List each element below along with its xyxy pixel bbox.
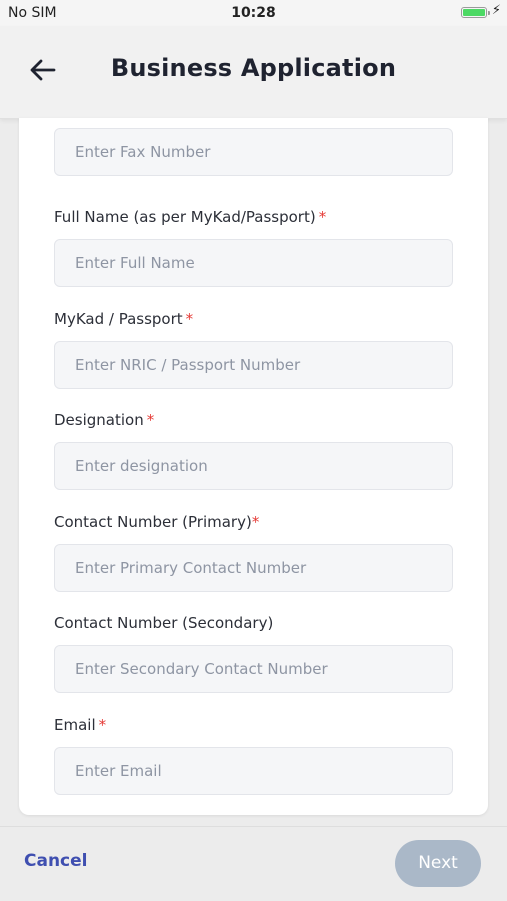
- required-marker: *: [185, 310, 194, 328]
- battery-icon: [461, 7, 490, 18]
- mykad-input[interactable]: [54, 341, 453, 389]
- required-marker: *: [98, 716, 107, 734]
- designation-input[interactable]: [54, 442, 453, 490]
- email-label-text: Email: [54, 716, 96, 734]
- page-title: Business Application: [110, 54, 397, 82]
- form-card: Full Name (as per MyKad/Passport)* MyKad…: [19, 118, 488, 815]
- battery-nub: [488, 11, 490, 15]
- email-input[interactable]: [54, 747, 453, 795]
- contact-primary-input[interactable]: [54, 544, 453, 592]
- battery-fill: [463, 9, 485, 16]
- required-marker: *: [318, 208, 327, 226]
- required-marker: *: [146, 411, 155, 429]
- contact-primary-label-text: Contact Number (Primary): [54, 513, 252, 531]
- mykad-label: MyKad / Passport *: [54, 310, 193, 328]
- cancel-button[interactable]: Cancel: [24, 851, 87, 871]
- designation-label-text: Designation: [54, 411, 144, 429]
- designation-label: Designation *: [54, 411, 154, 429]
- full-name-label-text: Full Name (as per MyKad/Passport): [54, 208, 316, 226]
- app-header: Business Application: [0, 26, 507, 119]
- status-time: 10:28: [231, 5, 276, 21]
- required-marker: *: [251, 513, 260, 531]
- charging-bolt-icon: ⚡: [491, 3, 501, 18]
- contact-secondary-input[interactable]: [54, 645, 453, 693]
- full-name-label: Full Name (as per MyKad/Passport) *: [54, 208, 326, 226]
- contact-secondary-label: Contact Number (Secondary): [54, 614, 274, 632]
- email-label: Email *: [54, 716, 106, 734]
- contact-primary-label: Contact Number (Primary)*: [54, 513, 259, 531]
- fax-number-input[interactable]: [54, 128, 453, 176]
- mykad-label-text: MyKad / Passport: [54, 310, 183, 328]
- next-button[interactable]: Next: [395, 840, 481, 887]
- full-name-input[interactable]: [54, 239, 453, 287]
- footer-bar: Cancel Next: [0, 826, 507, 901]
- status-bar: No SIM 10:28 ⚡: [0, 0, 507, 26]
